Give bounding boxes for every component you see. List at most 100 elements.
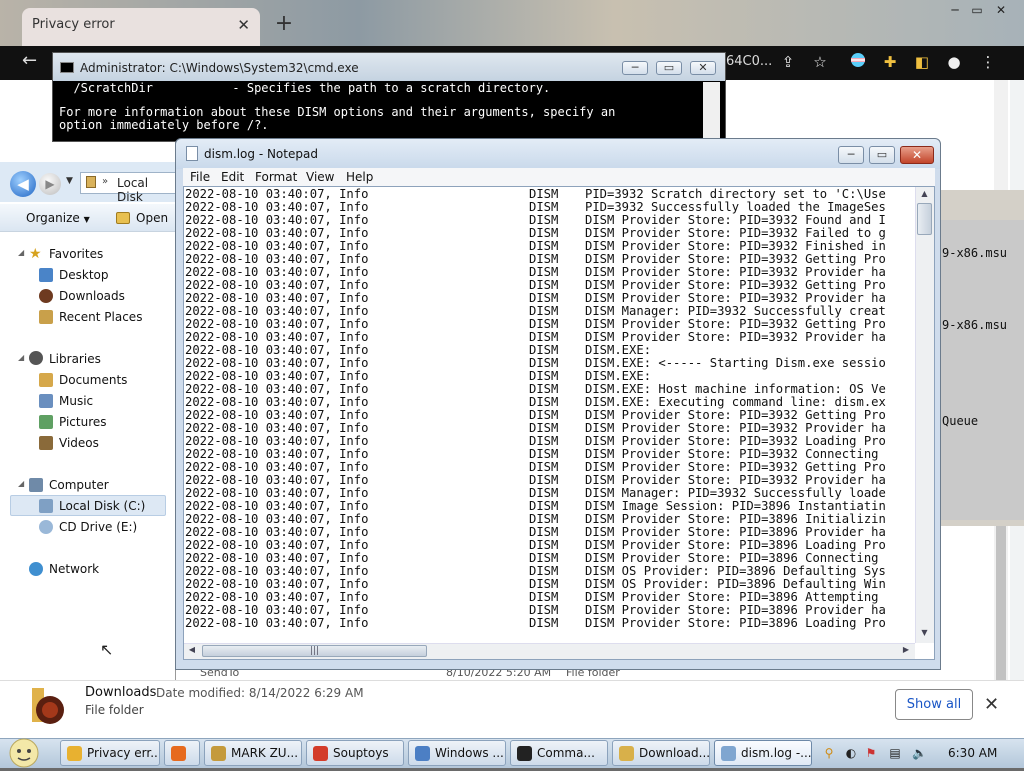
chevron-down-icon[interactable]: ▼ [66, 176, 73, 186]
organize-button[interactable]: Organize ▼ [26, 211, 90, 225]
nav-computer[interactable]: Computer [49, 476, 109, 494]
log-line: 2022-08-10 03:40:07, Info DISM DISM Provid… [185, 227, 915, 240]
forward-arrow-icon[interactable]: ▶ [39, 173, 61, 195]
network-icon [29, 562, 43, 576]
menu-help[interactable]: Help [342, 169, 377, 185]
log-component: DISM [529, 344, 559, 357]
cmd-scrollbar[interactable] [703, 82, 720, 140]
log-message: DISM Provider Store: PID=3932 Provider h… [585, 292, 886, 305]
nav-pictures[interactable]: Pictures [59, 413, 107, 431]
notepad-vertical-scrollbar[interactable] [915, 187, 934, 643]
maximize-icon[interactable]: ▭ [656, 61, 682, 75]
chevron-down-icon[interactable]: ◢ [18, 248, 24, 257]
scroll-up-icon[interactable]: ▲ [917, 189, 932, 201]
profile-icon[interactable]: ● [944, 52, 964, 72]
taskbar-item[interactable]: Comma... [510, 740, 608, 766]
log-timestamp: 2022-08-10 03:40:07, Info [185, 604, 369, 617]
share-icon[interactable]: ⇪ [778, 52, 798, 72]
open-button[interactable]: Open [136, 211, 168, 225]
taskbar-item[interactable]: Download... [612, 740, 710, 766]
maximize-icon[interactable]: ▭ [966, 2, 988, 18]
log-message: DISM.EXE: Host machine information: OS V… [585, 383, 886, 396]
log-line: 2022-08-10 03:40:07, Info DISM DISM Provid… [185, 409, 915, 422]
kebab-menu-icon[interactable]: ⋮ [978, 52, 998, 72]
cmd-line: option immediately before /?. [59, 118, 269, 132]
chevron-down-icon[interactable]: ◢ [18, 353, 24, 362]
maximize-icon[interactable]: ▭ [869, 146, 895, 164]
taskbar-item[interactable]: Windows ... [408, 740, 506, 766]
close-icon[interactable]: ✕ [900, 146, 934, 164]
minimize-icon[interactable]: ─ [838, 146, 864, 164]
new-tab-button[interactable]: + [272, 12, 296, 36]
nav-network[interactable]: Network [49, 560, 99, 578]
menu-edit[interactable]: Edit [217, 169, 248, 185]
extension-flag-icon[interactable] [848, 52, 868, 72]
close-icon[interactable]: ✕ [984, 694, 999, 715]
log-line: 2022-08-10 03:40:07, Info DISM DISM.EXE: [185, 370, 915, 383]
taskbar-item[interactable]: MARK ZU... [204, 740, 302, 766]
log-message: DISM Provider Store: PID=3896 Provider h… [585, 526, 886, 539]
puzzle-icon[interactable]: ✚ [880, 52, 900, 72]
log-line: 2022-08-10 03:40:07, Info DISM DISM Image … [185, 500, 915, 513]
taskbar-item[interactable]: Souptoys [306, 740, 404, 766]
computer-icon [29, 478, 43, 492]
log-component: DISM [529, 292, 559, 305]
log-component: DISM [529, 253, 559, 266]
scroll-right-icon[interactable]: ▶ [900, 645, 912, 657]
minimize-icon[interactable]: ─ [622, 61, 648, 75]
scroll-thumb[interactable]: ||| [202, 645, 427, 657]
chevron-down-icon[interactable]: ◢ [18, 479, 24, 488]
close-icon[interactable]: ✕ [990, 2, 1012, 18]
log-timestamp: 2022-08-10 03:40:07, Info [185, 474, 369, 487]
log-message: DISM Provider Store: PID=3932 Getting Pr… [585, 253, 886, 266]
chrome-tab-privacy-error[interactable]: Privacy error ✕ [22, 8, 260, 46]
minimize-icon[interactable]: ─ [944, 2, 966, 18]
close-icon[interactable]: ✕ [690, 61, 716, 75]
folder-open-icon [116, 212, 130, 224]
nav-local-disk[interactable]: Local Disk (C:) [59, 497, 145, 515]
scroll-down-icon[interactable]: ▼ [917, 628, 932, 640]
pictures-icon [39, 415, 53, 429]
nav-recent-places[interactable]: Recent Places [59, 308, 142, 326]
menu-format[interactable]: Format [251, 169, 301, 185]
tray-icon[interactable]: ◐ [844, 746, 858, 760]
back-arrow-icon[interactable]: ◀ [10, 171, 36, 197]
log-line: 2022-08-10 03:40:07, Info DISM DISM Provid… [185, 513, 915, 526]
star-icon[interactable]: ☆ [810, 52, 830, 72]
show-all-button[interactable]: Show all [895, 689, 973, 720]
log-component: DISM [529, 266, 559, 279]
tray-clock[interactable]: 6:30 AM [948, 746, 997, 760]
taskbar-item[interactable] [164, 740, 200, 766]
log-message: DISM Provider Store: PID=3932 Getting Pr… [585, 461, 886, 474]
cmd-line: /ScratchDir - Specifies the path to a sc… [59, 81, 551, 95]
search-icon[interactable]: ⚲ [822, 746, 836, 760]
close-icon[interactable]: ✕ [237, 16, 250, 34]
nav-favorites[interactable]: Favorites [49, 245, 103, 263]
start-button-icon[interactable] [2, 736, 46, 768]
taskbar-item[interactable]: Privacy err... [60, 740, 160, 766]
address-bar-text[interactable]: 64C0... [726, 54, 772, 69]
nav-documents[interactable]: Documents [59, 371, 127, 389]
log-message: DISM.EXE: Executing command line: dism.e… [585, 396, 886, 409]
downloads-icon [39, 289, 53, 303]
nav-downloads[interactable]: Downloads [59, 287, 125, 305]
log-timestamp: 2022-08-10 03:40:07, Info [185, 383, 369, 396]
nav-libraries[interactable]: Libraries [49, 350, 101, 368]
menu-view[interactable]: View [302, 169, 338, 185]
menu-file[interactable]: File [186, 169, 214, 185]
log-component: DISM [529, 422, 559, 435]
nav-music[interactable]: Music [59, 392, 93, 410]
back-arrow-icon[interactable]: ← [22, 50, 37, 71]
nav-cd-drive[interactable]: CD Drive (E:) [59, 518, 137, 536]
sidepanel-icon[interactable]: ◧ [912, 52, 932, 72]
taskbar-item[interactable]: dism.log -... [714, 740, 812, 766]
nav-videos[interactable]: Videos [59, 434, 99, 452]
network-tray-icon[interactable]: ▤ [888, 746, 902, 760]
flag-icon[interactable]: ⚑ [864, 746, 878, 760]
scroll-thumb[interactable] [917, 203, 932, 235]
log-component: DISM [529, 305, 559, 318]
nav-desktop[interactable]: Desktop [59, 266, 109, 284]
log-line: 2022-08-10 03:40:07, Info DISM DISM.EXE: E… [185, 396, 915, 409]
scroll-left-icon[interactable]: ◀ [186, 645, 198, 657]
volume-icon[interactable]: 🔈 [912, 746, 927, 760]
